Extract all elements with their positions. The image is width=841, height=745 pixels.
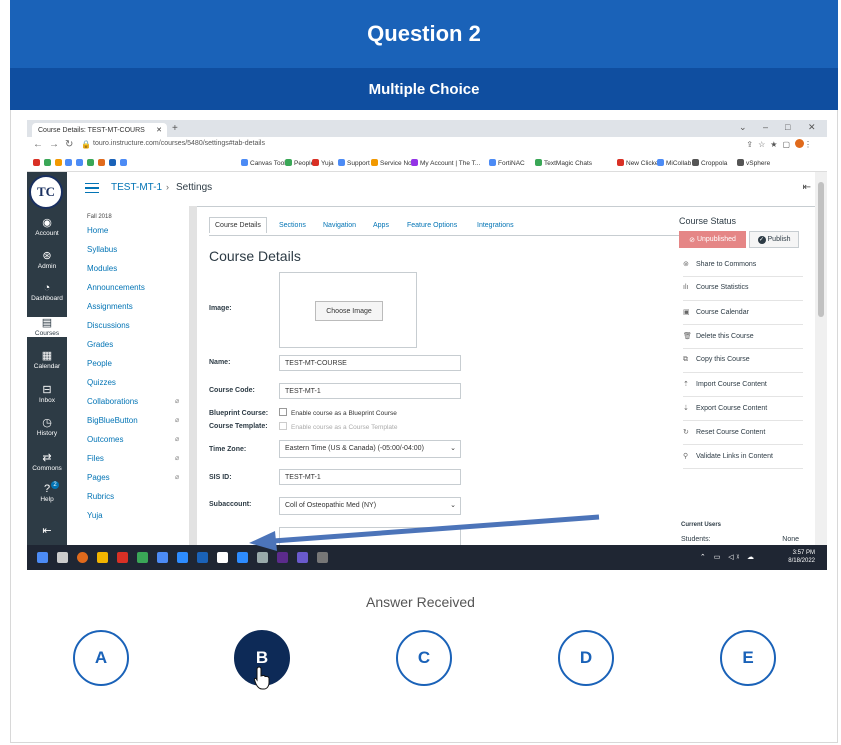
answer-option-e[interactable]: E [720, 630, 776, 686]
answer-option-c[interactable]: C [396, 630, 452, 686]
hand-cursor-icon [254, 666, 270, 690]
annotation-arrow [249, 514, 600, 551]
question-screenshot: Course Details: TEST-MT-COURS ✕ + ⌄ – □ … [27, 120, 827, 570]
answer-option-d[interactable]: D [558, 630, 614, 686]
answer-status: Answer Received [366, 594, 475, 610]
answer-option-a[interactable]: A [73, 630, 129, 686]
question-type: Multiple Choice [10, 68, 838, 110]
question-title: Question 2 [10, 0, 838, 68]
